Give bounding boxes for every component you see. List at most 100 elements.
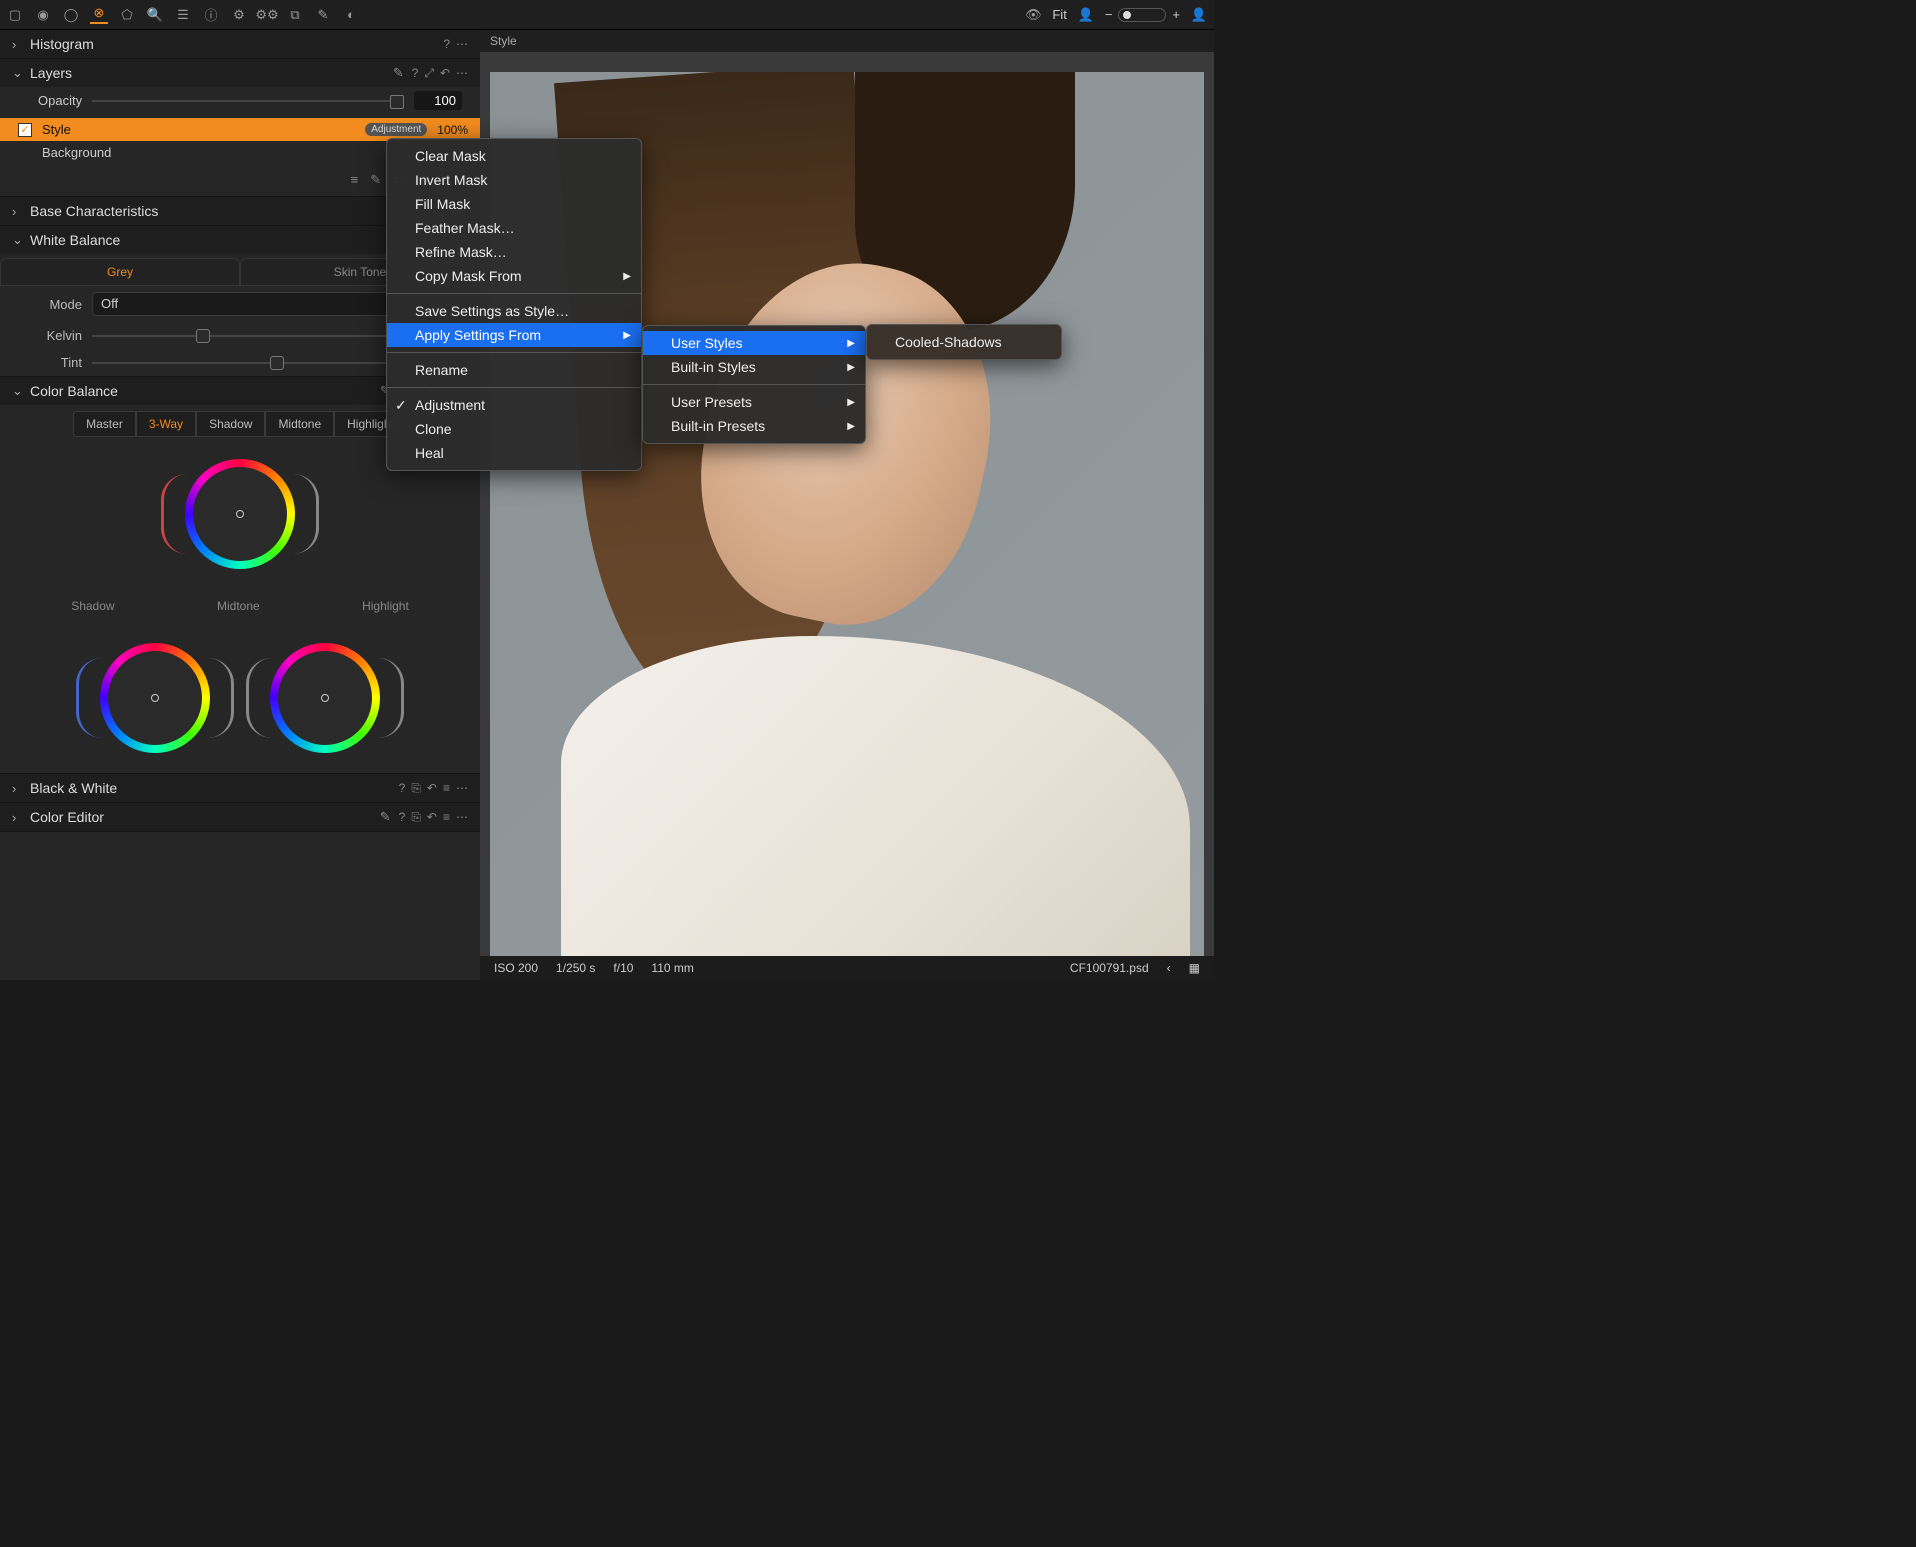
ctx-clear-mask[interactable]: Clear Mask — [387, 144, 641, 168]
ctx-builtin-presets[interactable]: Built-in Presets▶ — [643, 414, 865, 438]
undo-icon[interactable]: ↶ — [427, 781, 437, 796]
ctx-apply-from[interactable]: Apply Settings From▶ — [387, 323, 641, 347]
ctx-adjustment[interactable]: ✓Adjustment — [387, 393, 641, 417]
separator — [387, 352, 641, 353]
separator — [387, 387, 641, 388]
copy-icon[interactable]: ⎘ — [411, 810, 421, 825]
opacity-value[interactable]: 100 — [414, 91, 462, 110]
help-icon[interactable]: ? — [443, 37, 450, 51]
bw-header[interactable]: › Black & White ? ⎘ ↶ ≡ ⋯ — [0, 774, 480, 802]
ce-header[interactable]: › Color Editor ✎ ? ⎘ ↶ ≡ ⋯ — [0, 803, 480, 831]
more-icon[interactable]: ⋯ — [456, 37, 468, 51]
cb-tab-shadow[interactable]: Shadow — [196, 411, 265, 437]
layer-opacity: 100% — [437, 123, 468, 137]
ce-title: Color Editor — [30, 809, 372, 825]
contrast-icon[interactable]: ◐ — [342, 6, 360, 24]
user2-icon[interactable]: 👤 — [1190, 6, 1208, 24]
color-icon[interactable]: ⊗ — [90, 6, 108, 24]
layers-header[interactable]: ⌄ Layers ✎ ? ⤢ ↶ ⋯ — [0, 59, 480, 87]
menu-icon[interactable]: ≡ — [443, 781, 450, 796]
brush-small-icon[interactable]: ✎ — [393, 65, 404, 81]
cb-tab-master[interactable]: Master — [73, 411, 136, 437]
more-icon[interactable]: ⋯ — [456, 810, 468, 825]
ctx-user-styles[interactable]: User Styles▶ — [643, 331, 865, 355]
ctx-cooled-shadows[interactable]: Cooled-Shadows — [867, 330, 1061, 354]
ctx-refine-mask[interactable]: Refine Mask… — [387, 240, 641, 264]
cb-title: Color Balance — [30, 383, 372, 399]
layer-visibility-checkbox[interactable]: ✓ — [18, 123, 32, 137]
histogram-title: Histogram — [30, 36, 435, 52]
search-icon[interactable]: 🔍 — [146, 6, 164, 24]
crop2-icon[interactable]: ⧉ — [286, 6, 304, 24]
mode-value: Off — [101, 296, 118, 312]
gears-icon[interactable]: ⚙⚙ — [258, 6, 276, 24]
tab-grey[interactable]: Grey — [0, 258, 240, 286]
expand-icon[interactable]: ⤢ — [424, 66, 434, 81]
chevron-right-icon: › — [12, 37, 22, 52]
more-icon[interactable]: ⋯ — [456, 66, 468, 81]
shadow-wheel[interactable] — [100, 643, 210, 753]
layer-name: Style — [42, 122, 71, 137]
ctx-fill-mask[interactable]: Fill Mask — [387, 192, 641, 216]
chevron-down-icon: ⌄ — [12, 383, 22, 399]
opacity-slider[interactable] — [92, 100, 404, 102]
lens-icon[interactable]: ◯ — [62, 6, 80, 24]
histogram-header[interactable]: › Histogram ? ⋯ — [0, 30, 480, 58]
chevron-right-icon: ▶ — [847, 421, 855, 432]
ctx-builtin-styles[interactable]: Built-in Styles▶ — [643, 355, 865, 379]
help-icon[interactable]: ? — [412, 66, 419, 81]
copy-icon[interactable]: ⎘ — [411, 781, 421, 796]
layer-type-badge: Adjustment — [365, 123, 427, 136]
cb-tab-midtone[interactable]: Midtone — [265, 411, 334, 437]
undo-icon[interactable]: ↶ — [440, 66, 450, 81]
crop-icon[interactable]: ⬠ — [118, 6, 136, 24]
viewer-title: Style — [480, 30, 1214, 52]
grid-icon[interactable]: ▦ — [1189, 961, 1200, 975]
camera-icon[interactable]: ◉ — [34, 6, 52, 24]
more-icon[interactable]: ⋯ — [456, 781, 468, 796]
ctx-feather-mask[interactable]: Feather Mask… — [387, 216, 641, 240]
ctx-rename[interactable]: Rename — [387, 358, 641, 382]
zoom-control[interactable]: −+ — [1105, 7, 1180, 22]
menu-icon[interactable]: ≡ — [443, 810, 450, 825]
brush2-icon[interactable]: ✎ — [370, 172, 381, 188]
user-icon[interactable]: 👤 — [1077, 6, 1095, 24]
midtone-wheel[interactable] — [185, 459, 295, 569]
ctx-invert-mask[interactable]: Invert Mask — [387, 168, 641, 192]
picker-icon[interactable]: ✎ — [380, 809, 391, 825]
ctx-heal[interactable]: Heal — [387, 441, 641, 465]
highlight-wheel[interactable] — [270, 643, 380, 753]
aperture-value: f/10 — [613, 961, 633, 975]
fit-label[interactable]: Fit — [1052, 7, 1066, 22]
chevron-right-icon: ▶ — [847, 397, 855, 408]
filename: CF100791.psd — [1070, 961, 1149, 975]
adjust-icon[interactable]: ☰ — [174, 6, 192, 24]
ctx-copy-mask[interactable]: Copy Mask From▶ — [387, 264, 641, 288]
undo-icon[interactable]: ↶ — [427, 810, 437, 825]
chevron-down-icon: ⌄ — [12, 65, 22, 81]
opacity-label: Opacity — [38, 93, 82, 108]
chevron-right-icon: › — [12, 810, 22, 825]
prev-icon[interactable]: ‹ — [1167, 961, 1171, 975]
chevron-right-icon: ▶ — [623, 271, 631, 282]
brush-icon[interactable]: ✎ — [314, 6, 332, 24]
wheel-highlight-label: Highlight — [362, 599, 409, 613]
cb-tab-3way[interactable]: 3-Way — [136, 411, 196, 437]
wheel-midtone-label: Midtone — [217, 599, 260, 613]
ctx-user-presets[interactable]: User Presets▶ — [643, 390, 865, 414]
viewer-footer: ISO 200 1/250 s f/10 110 mm CF100791.psd… — [480, 956, 1214, 980]
mode-label: Mode — [18, 297, 82, 312]
separator — [387, 293, 641, 294]
eye-icon[interactable]: 👁 — [1024, 6, 1042, 24]
gear-icon[interactable]: ⚙ — [230, 6, 248, 24]
sliders-icon[interactable]: ≡ — [351, 172, 359, 188]
help-icon[interactable]: ? — [399, 810, 406, 825]
ctx-clone[interactable]: Clone — [387, 417, 641, 441]
separator — [643, 384, 865, 385]
info-icon[interactable]: ⓘ — [202, 6, 220, 24]
wb-title: White Balance — [30, 232, 420, 248]
ctx-save-style[interactable]: Save Settings as Style… — [387, 299, 641, 323]
folder-icon[interactable]: ▢ — [6, 6, 24, 24]
apply-from-submenu: User Styles▶ Built-in Styles▶ User Prese… — [642, 325, 866, 444]
help-icon[interactable]: ? — [399, 781, 406, 796]
